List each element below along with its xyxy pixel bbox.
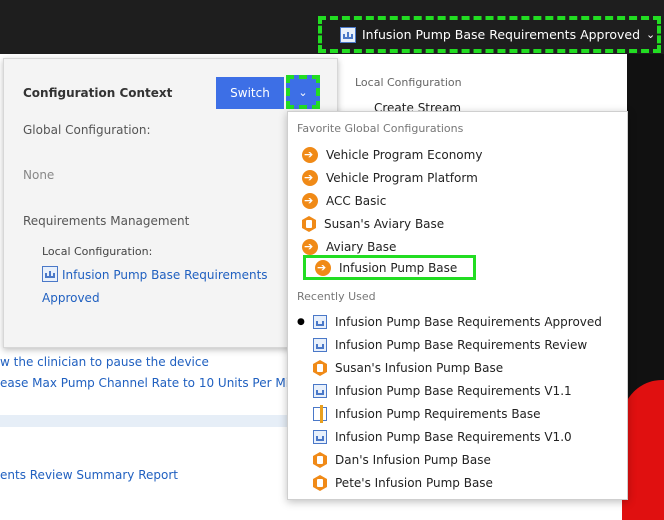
favorites-heading: Favorite Global Configurations: [297, 122, 464, 135]
local-config-link[interactable]: Infusion Pump Base Requirements Approved: [42, 264, 282, 310]
recent-label: Susan's Infusion Pump Base: [335, 361, 504, 375]
favorite-label: Vehicle Program Platform: [326, 171, 478, 185]
recent-heading: Recently Used: [297, 290, 376, 303]
global-configuration-icon: [313, 405, 327, 423]
configuration-icon: [313, 384, 327, 398]
configuration-icon: [313, 430, 327, 444]
stream-icon: [302, 170, 318, 186]
favorite-label: ACC Basic: [326, 194, 387, 208]
switch-button[interactable]: Switch: [216, 77, 284, 109]
chevron-down-icon: ⌄: [646, 28, 656, 41]
recent-label: Infusion Pump Requirements Base: [335, 407, 541, 421]
recent-label: Infusion Pump Base Requirements V1.0: [335, 430, 572, 444]
stream-icon: [302, 193, 318, 209]
stream-icon: [315, 260, 331, 276]
recent-item[interactable]: Infusion Pump Base Requirements V1.1: [313, 381, 572, 401]
configuration-icon: [340, 26, 356, 43]
background-red-shape: [622, 380, 664, 520]
chevron-down-icon: ⌄: [298, 85, 308, 99]
recent-item[interactable]: Infusion Pump Base Requirements V1.0: [313, 427, 572, 447]
background-band: [0, 415, 300, 427]
favorite-item[interactable]: ACC Basic: [302, 191, 386, 211]
favorite-label: Aviary Base: [326, 240, 397, 254]
recent-label: Pete's Infusion Pump Base: [335, 476, 493, 490]
background-report-link[interactable]: ents Review Summary Report: [0, 468, 178, 482]
favorite-item[interactable]: Susan's Aviary Base: [302, 214, 444, 234]
panel-title: Configuration Context: [23, 86, 173, 100]
recent-label: Infusion Pump Base Requirements V1.1: [335, 384, 572, 398]
current-marker-icon: ●: [297, 317, 305, 327]
recent-item-current[interactable]: ● Infusion Pump Base Requirements Approv…: [297, 312, 602, 332]
local-config-label: Local Configuration:: [42, 245, 153, 258]
local-config-value: Infusion Pump Base Requirements Approved: [42, 268, 268, 305]
recent-item[interactable]: Susan's Infusion Pump Base: [313, 358, 503, 378]
recent-item[interactable]: Infusion Pump Requirements Base: [313, 404, 541, 424]
recent-item[interactable]: Dan's Infusion Pump Base: [313, 450, 491, 470]
configuration-icon: [313, 338, 327, 352]
background-artifact-link[interactable]: ease Max Pump Channel Rate to 10 Units P…: [0, 376, 289, 390]
favorite-item-highlighted[interactable]: Infusion Pump Base: [315, 258, 457, 278]
baseline-icon: [302, 216, 316, 232]
favorite-item[interactable]: Aviary Base: [302, 237, 396, 257]
recent-label: Infusion Pump Base Requirements Approved: [335, 315, 602, 329]
global-config-value: None: [23, 168, 55, 182]
current-config-label: Infusion Pump Base Requirements Approved: [362, 27, 641, 42]
recent-item[interactable]: Pete's Infusion Pump Base: [313, 473, 493, 493]
requirements-management-label: Requirements Management: [23, 214, 190, 228]
baseline-icon: [313, 360, 327, 376]
recent-label: Infusion Pump Base Requirements Review: [335, 338, 588, 352]
baseline-icon: [313, 452, 327, 468]
favorite-item[interactable]: Vehicle Program Platform: [302, 168, 478, 188]
baseline-icon: [313, 475, 327, 491]
favorite-item[interactable]: Vehicle Program Economy: [302, 145, 482, 165]
switch-dropdown-button[interactable]: ⌄: [286, 75, 320, 109]
local-config-heading: Local Configuration: [355, 76, 462, 89]
background-artifact-link[interactable]: w the clinician to pause the device: [0, 355, 209, 369]
configuration-icon: [42, 266, 58, 282]
global-config-label: Global Configuration:: [23, 123, 151, 137]
configuration-dropdown: Favorite Global Configurations Vehicle P…: [287, 111, 628, 500]
favorite-label: Susan's Aviary Base: [324, 217, 445, 231]
recent-label: Dan's Infusion Pump Base: [335, 453, 491, 467]
recent-item[interactable]: Infusion Pump Base Requirements Review: [313, 335, 587, 355]
favorite-label: Vehicle Program Economy: [326, 148, 483, 162]
stream-icon: [302, 147, 318, 163]
global-config-selector[interactable]: Infusion Pump Base Requirements Approved…: [318, 16, 661, 53]
configuration-icon: [313, 315, 327, 329]
stream-icon: [302, 239, 318, 255]
favorite-label: Infusion Pump Base: [339, 261, 458, 275]
